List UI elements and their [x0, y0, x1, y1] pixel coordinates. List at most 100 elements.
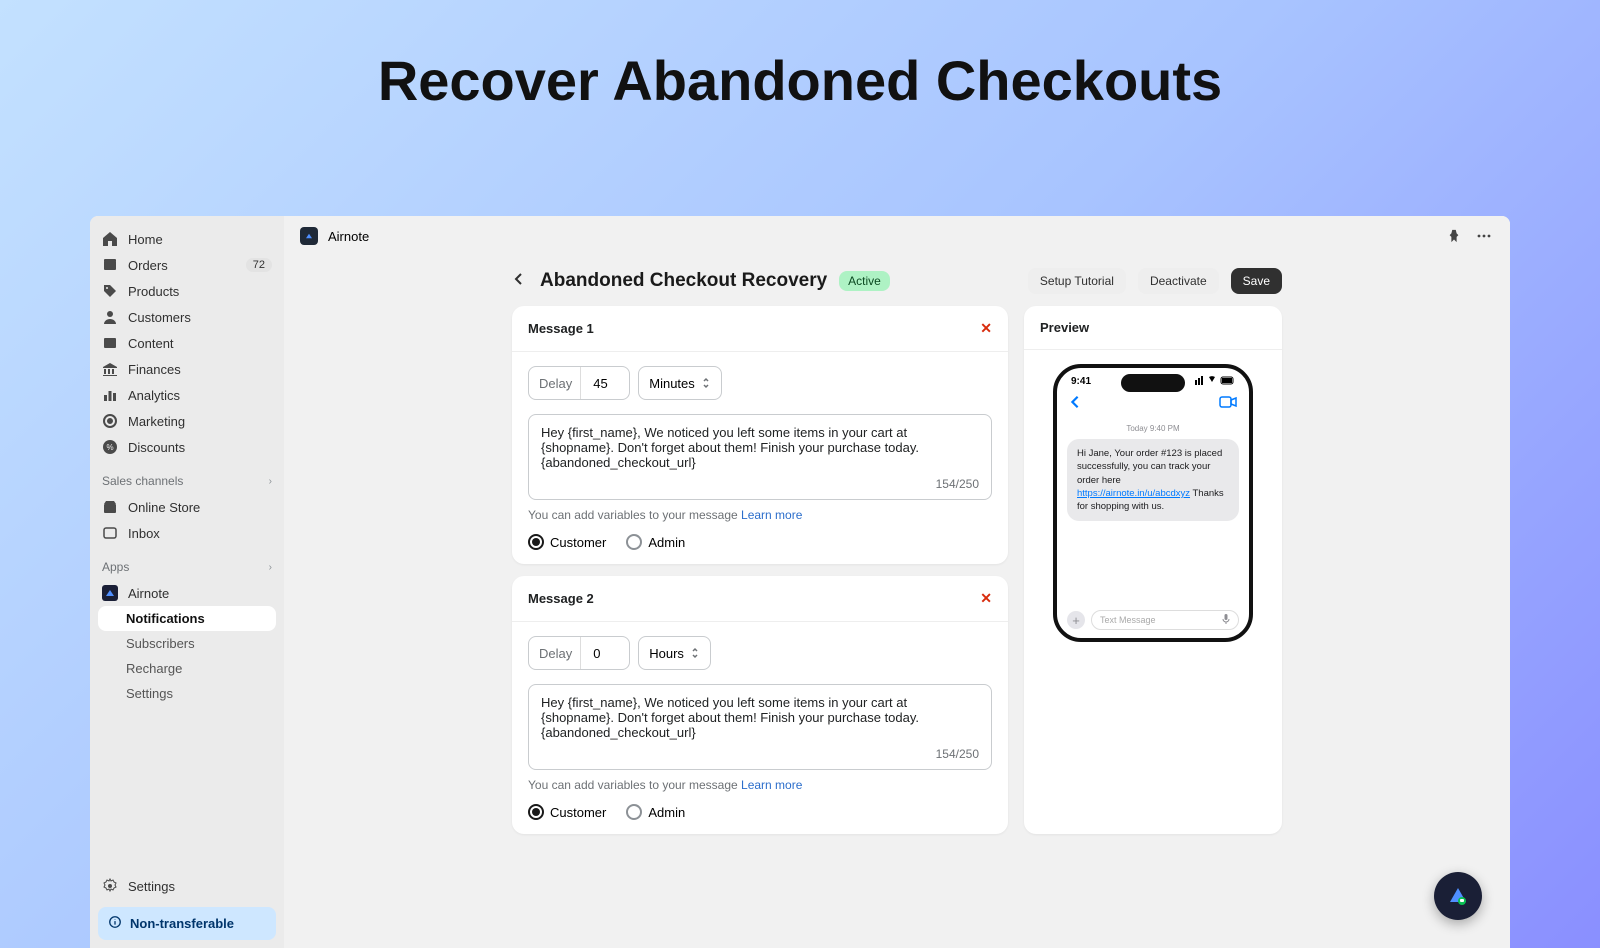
close-icon[interactable]: ✕: [980, 320, 992, 337]
sms-link: https://airnote.in/u/abcdxyz: [1077, 488, 1190, 499]
sidebar-label: Discounts: [128, 440, 185, 455]
hero-title: Recover Abandoned Checkouts: [0, 48, 1600, 113]
sidebar-item-orders[interactable]: Orders 72: [90, 252, 284, 278]
sidebar-item-analytics[interactable]: Analytics: [90, 382, 284, 408]
delay-value-input[interactable]: [589, 646, 629, 661]
radio-label: Customer: [550, 805, 606, 820]
message-text: Hey {first_name}, We noticed you left so…: [541, 695, 919, 740]
delay-unit-select[interactable]: Minutes: [638, 366, 722, 400]
main: Airnote Abandoned Checkout Recovery Acti…: [284, 216, 1510, 948]
phone-time: 9:41: [1071, 376, 1091, 389]
sidebar-label: Marketing: [128, 414, 185, 429]
radio-dot-icon: [626, 534, 642, 550]
radio-customer[interactable]: Customer: [528, 804, 606, 820]
tag-icon: [102, 283, 118, 299]
app-window: Home Orders 72 Products Customers Cont: [90, 216, 1510, 948]
delay-input[interactable]: Delay: [528, 366, 630, 400]
message-textarea[interactable]: Hey {first_name}, We noticed you left so…: [528, 414, 992, 500]
message-textarea[interactable]: Hey {first_name}, We noticed you left so…: [528, 684, 992, 770]
close-icon[interactable]: ✕: [980, 590, 992, 607]
radio-admin[interactable]: Admin: [626, 534, 685, 550]
learn-more-link[interactable]: Learn more: [741, 778, 802, 792]
sidebar-item-finances[interactable]: Finances: [90, 356, 284, 382]
messages-column: Message 1 ✕ Delay Minutes: [512, 306, 1008, 834]
sidebar-label: Customers: [128, 310, 191, 325]
sidebar-label: Settings: [128, 879, 175, 894]
content-icon: [102, 335, 118, 351]
signal-wifi-battery-icon: [1195, 376, 1235, 389]
delay-label: Delay: [529, 367, 581, 399]
sidebar-label: Orders: [128, 258, 168, 273]
chevron-right-icon[interactable]: ›: [269, 476, 272, 487]
pin-icon[interactable]: [1444, 226, 1464, 246]
sidebar-label: Content: [128, 336, 174, 351]
sidebar-subitem-notifications[interactable]: Notifications: [98, 606, 276, 631]
sidebar-item-settings[interactable]: Settings: [90, 873, 284, 899]
delay-input[interactable]: Delay: [528, 636, 630, 670]
sidebar-section-apps: Apps ›: [90, 554, 284, 580]
sidebar-item-airnote[interactable]: Airnote: [90, 580, 284, 606]
sidebar-item-inbox[interactable]: Inbox: [90, 520, 284, 546]
sidebar-label: Finances: [128, 362, 181, 377]
analytics-icon: [102, 387, 118, 403]
sidebar-label: Airnote: [128, 586, 169, 601]
info-icon: [108, 915, 122, 932]
unit-label: Minutes: [649, 376, 695, 391]
radio-admin[interactable]: Admin: [626, 804, 685, 820]
sidebar-label: Inbox: [128, 526, 160, 541]
phone-date-label: Today 9:40 PM: [1057, 424, 1249, 433]
sidebar-label: Home: [128, 232, 163, 247]
radio-dot-icon: [626, 804, 642, 820]
stepper-icon: [690, 647, 700, 659]
sidebar: Home Orders 72 Products Customers Cont: [90, 216, 284, 948]
setup-tutorial-button[interactable]: Setup Tutorial: [1028, 268, 1126, 294]
app-name: Airnote: [328, 229, 369, 244]
phone-preview: 9:41 Tod: [1053, 364, 1253, 642]
discount-icon: %: [102, 439, 118, 455]
home-icon: [102, 231, 118, 247]
sidebar-item-products[interactable]: Products: [90, 278, 284, 304]
sidebar-item-content[interactable]: Content: [90, 330, 284, 356]
preview-card: Preview 9:41: [1024, 306, 1282, 834]
help-fab[interactable]: [1434, 872, 1482, 920]
chevron-right-icon[interactable]: ›: [269, 562, 272, 573]
char-counter: 154/250: [936, 477, 979, 491]
radio-customer[interactable]: Customer: [528, 534, 606, 550]
status-badge: Active: [839, 271, 890, 291]
sidebar-label: Products: [128, 284, 179, 299]
content-row: Message 1 ✕ Delay Minutes: [512, 306, 1282, 834]
nontransferable-note[interactable]: Non-transferable: [98, 907, 276, 940]
delay-unit-select[interactable]: Hours: [638, 636, 711, 670]
radio-dot-icon: [528, 804, 544, 820]
char-counter: 154/250: [936, 747, 979, 761]
back-arrow-icon[interactable]: [512, 271, 528, 292]
sidebar-item-customers[interactable]: Customers: [90, 304, 284, 330]
save-button[interactable]: Save: [1231, 268, 1282, 294]
orders-icon: [102, 257, 118, 273]
more-icon[interactable]: [1474, 226, 1494, 246]
radio-label: Customer: [550, 535, 606, 550]
card-title: Message 2: [528, 591, 594, 606]
sidebar-subitem-settings[interactable]: Settings: [90, 681, 284, 706]
delay-value-input[interactable]: [589, 376, 629, 391]
user-icon: [102, 309, 118, 325]
section-label: Apps: [102, 560, 129, 574]
sidebar-subitem-recharge[interactable]: Recharge: [90, 656, 284, 681]
card-title: Message 1: [528, 321, 594, 336]
sidebar-label: Analytics: [128, 388, 180, 403]
unit-label: Hours: [649, 646, 684, 661]
topbar: Airnote: [284, 216, 1510, 256]
phone-notch: [1121, 374, 1185, 392]
sidebar-item-discounts[interactable]: % Discounts: [90, 434, 284, 460]
sidebar-item-home[interactable]: Home: [90, 226, 284, 252]
app-logo: [300, 227, 318, 245]
page-header: Abandoned Checkout Recovery Active Setup…: [512, 256, 1282, 306]
sidebar-item-online-store[interactable]: Online Store: [90, 494, 284, 520]
message-card-1: Message 1 ✕ Delay Minutes: [512, 306, 1008, 564]
sidebar-item-marketing[interactable]: Marketing: [90, 408, 284, 434]
message-card-2: Message 2 ✕ Delay Hours: [512, 576, 1008, 834]
sidebar-subitem-subscribers[interactable]: Subscribers: [90, 631, 284, 656]
deactivate-button[interactable]: Deactivate: [1138, 268, 1219, 294]
video-icon: [1219, 395, 1237, 414]
learn-more-link[interactable]: Learn more: [741, 508, 802, 522]
